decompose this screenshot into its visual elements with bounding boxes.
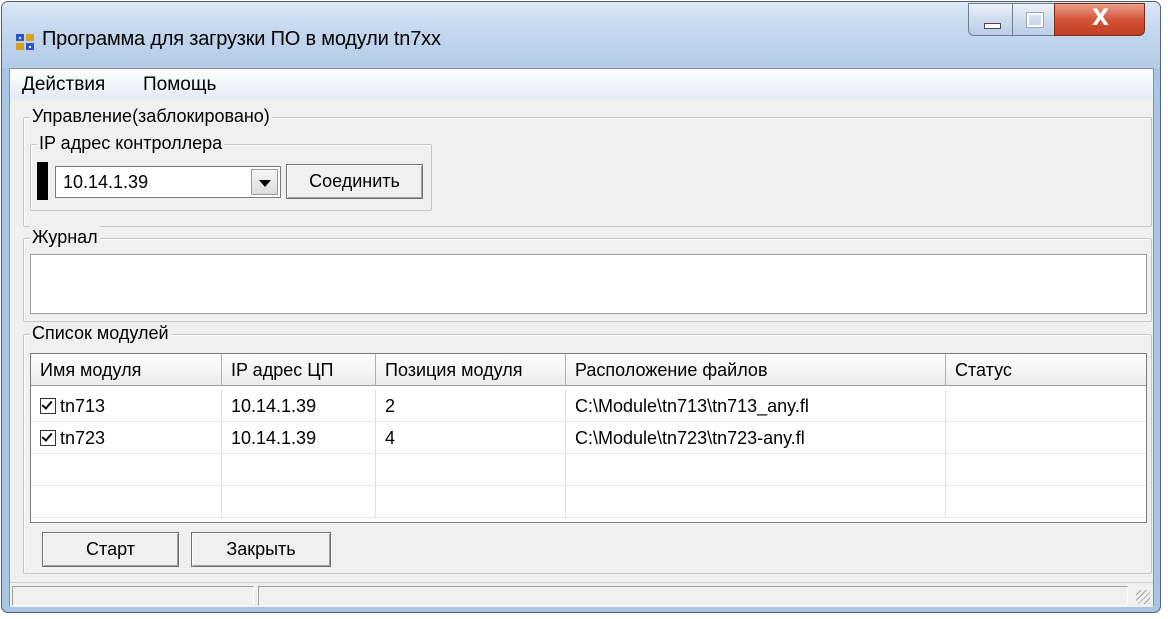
minimize-button[interactable] [968, 3, 1013, 36]
module-name-cell: tn713 [31, 390, 222, 422]
modules-label: Список модулей [30, 322, 171, 344]
connection-indicator [37, 162, 48, 200]
close-icon: X [1092, 6, 1109, 31]
empty-cell [566, 486, 946, 518]
empty-cell [31, 486, 222, 518]
module-position-cell: 2 [376, 390, 566, 422]
empty-row [31, 454, 1146, 486]
ip-group-label: IP адрес контроллера [37, 132, 225, 154]
column-header-cpu-ip[interactable]: IP адрес ЦП [222, 354, 376, 386]
close-button[interactable]: Закрыть [191, 532, 331, 567]
status-pane-left [12, 586, 254, 606]
control-group-label: Управление(заблокировано) [30, 105, 272, 127]
column-header-module-name[interactable]: Имя модуля [31, 354, 222, 386]
app-window: Программа для загрузки ПО в модули tn7xx… [1, 1, 1161, 613]
minimize-icon [984, 23, 1001, 29]
module-name-cell: tn723 [31, 422, 222, 454]
modules-list-header: Имя модуля IP адрес ЦП Позиция модуля Ра… [31, 354, 1146, 386]
ip-address-value: 10.14.1.39 [63, 172, 149, 192]
module-name: tn723 [60, 428, 106, 448]
file-location-cell: C:\Module\tn723\tn723-any.fl [566, 422, 946, 454]
status-cell [946, 422, 1146, 454]
client-area: Действия Помощь Управление(заблокировано… [9, 68, 1154, 607]
resize-grip-icon[interactable] [1136, 590, 1150, 604]
status-bar [10, 582, 1153, 607]
empty-cell [566, 454, 946, 486]
connect-button[interactable]: Соединить [286, 164, 423, 199]
column-header-module-position[interactable]: Позиция модуля [376, 354, 566, 386]
module-name: tn713 [60, 396, 106, 416]
app-icon [16, 34, 34, 50]
title-bar[interactable]: Программа для загрузки ПО в модули tn7xx… [2, 2, 1160, 68]
empty-cell [946, 486, 1146, 518]
module-checkbox[interactable] [40, 430, 56, 446]
empty-cell [946, 454, 1146, 486]
table-row[interactable]: tn723 10.14.1.39 4 C:\Module\tn723\tn723… [31, 422, 1146, 454]
start-button[interactable]: Старт [42, 532, 179, 567]
journal-label: Журнал [30, 226, 100, 248]
status-cell [946, 390, 1146, 422]
cpu-ip-cell: 10.14.1.39 [222, 390, 376, 422]
close-window-button[interactable]: X [1054, 3, 1145, 36]
menu-bar: Действия Помощь [10, 69, 1153, 99]
maximize-button[interactable] [1012, 3, 1055, 36]
column-header-file-location[interactable]: Расположение файлов [566, 354, 946, 386]
ip-address-combobox[interactable]: 10.14.1.39 [55, 166, 281, 198]
status-pane-right [258, 586, 1128, 606]
empty-cell [222, 486, 376, 518]
empty-row [31, 486, 1146, 518]
module-position-cell: 4 [376, 422, 566, 454]
cpu-ip-cell: 10.14.1.39 [222, 422, 376, 454]
empty-cell [31, 454, 222, 486]
window-title: Программа для загрузки ПО в модули tn7xx [42, 28, 441, 50]
journal-log[interactable] [30, 254, 1147, 314]
column-header-status[interactable]: Статус [946, 354, 1146, 386]
table-row[interactable]: tn713 10.14.1.39 2 C:\Module\tn713\tn713… [31, 390, 1146, 422]
menu-actions[interactable]: Действия [22, 74, 105, 96]
chevron-down-icon[interactable] [251, 169, 278, 195]
maximize-icon [1026, 12, 1044, 28]
module-checkbox[interactable] [40, 398, 56, 414]
empty-cell [376, 486, 566, 518]
empty-cell [222, 454, 376, 486]
menu-help[interactable]: Помощь [143, 74, 216, 96]
file-location-cell: C:\Module\tn713\tn713_any.fl [566, 390, 946, 422]
modules-list[interactable]: Имя модуля IP адрес ЦП Позиция модуля Ра… [30, 353, 1147, 523]
empty-cell [376, 454, 566, 486]
